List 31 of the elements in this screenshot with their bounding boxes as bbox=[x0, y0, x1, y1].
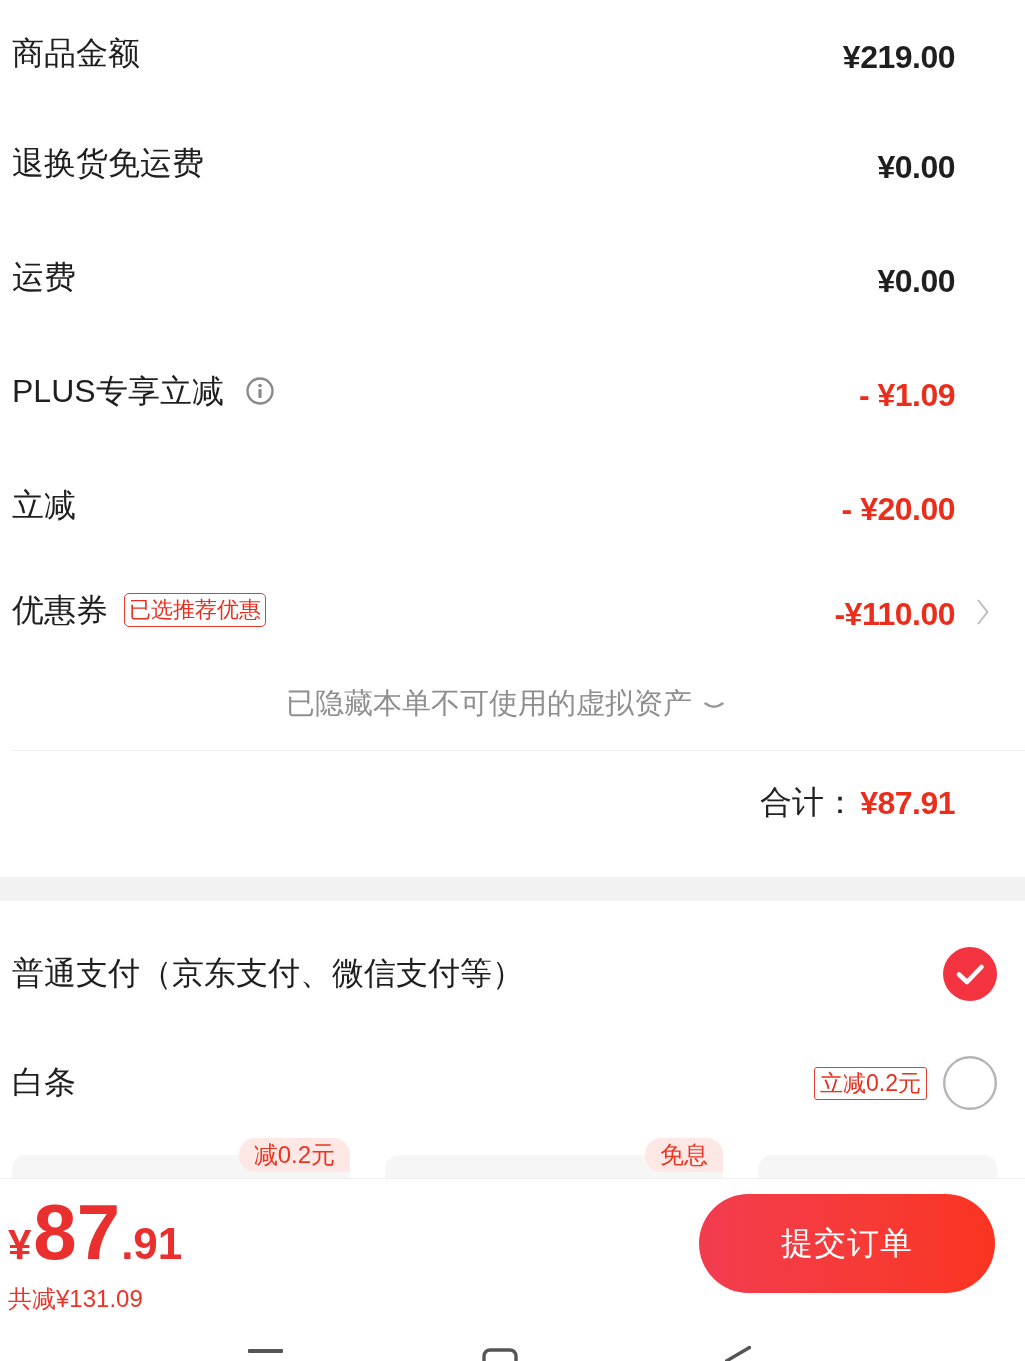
fee-amount: ¥0.00 bbox=[877, 262, 955, 300]
total-amount: ¥87.91 bbox=[860, 784, 955, 822]
plan-badge: 免息 bbox=[645, 1138, 723, 1172]
fee-amount: ¥0.00 bbox=[877, 148, 955, 186]
info-icon[interactable] bbox=[245, 377, 274, 405]
fee-amount: - ¥20.00 bbox=[841, 490, 955, 528]
chevron-down-icon[interactable] bbox=[703, 701, 724, 711]
order-price: ¥87.91 bbox=[8, 1193, 183, 1271]
chevron-right-icon[interactable] bbox=[977, 599, 989, 625]
fee-label: PLUS专享立减 bbox=[12, 371, 224, 411]
menu-icon[interactable] bbox=[248, 1349, 283, 1353]
fee-label: 立减 bbox=[12, 485, 76, 525]
home-icon[interactable] bbox=[482, 1348, 518, 1361]
fee-label: 运费 bbox=[12, 257, 76, 297]
radio-button[interactable] bbox=[943, 947, 997, 1001]
fee-label: 优惠券 bbox=[12, 590, 108, 630]
coupon-tag: 已选推荐优惠 bbox=[124, 593, 266, 627]
fee-amount: - ¥1.09 bbox=[858, 376, 955, 414]
submit-order-button[interactable]: 提交订单 bbox=[699, 1194, 995, 1293]
payment-method-label[interactable]: 普通支付（京东支付、微信支付等） bbox=[12, 952, 524, 996]
payment-method-label[interactable]: 白条 bbox=[12, 1061, 76, 1105]
plan-badge: 减0.2元 bbox=[238, 1138, 350, 1172]
total-label: 合计： bbox=[760, 783, 857, 822]
back-icon[interactable] bbox=[725, 1346, 751, 1361]
discount-tag: 立减0.2元 bbox=[814, 1066, 927, 1100]
fee-amount: -¥110.00 bbox=[834, 595, 955, 633]
savings-text: 共减¥131.09 bbox=[8, 1284, 144, 1314]
radio-button[interactable] bbox=[943, 1056, 997, 1110]
fee-amount: ¥219.00 bbox=[842, 38, 955, 76]
fee-label: 商品金额 bbox=[12, 33, 140, 73]
fee-label: 退换货免运费 bbox=[12, 143, 204, 183]
